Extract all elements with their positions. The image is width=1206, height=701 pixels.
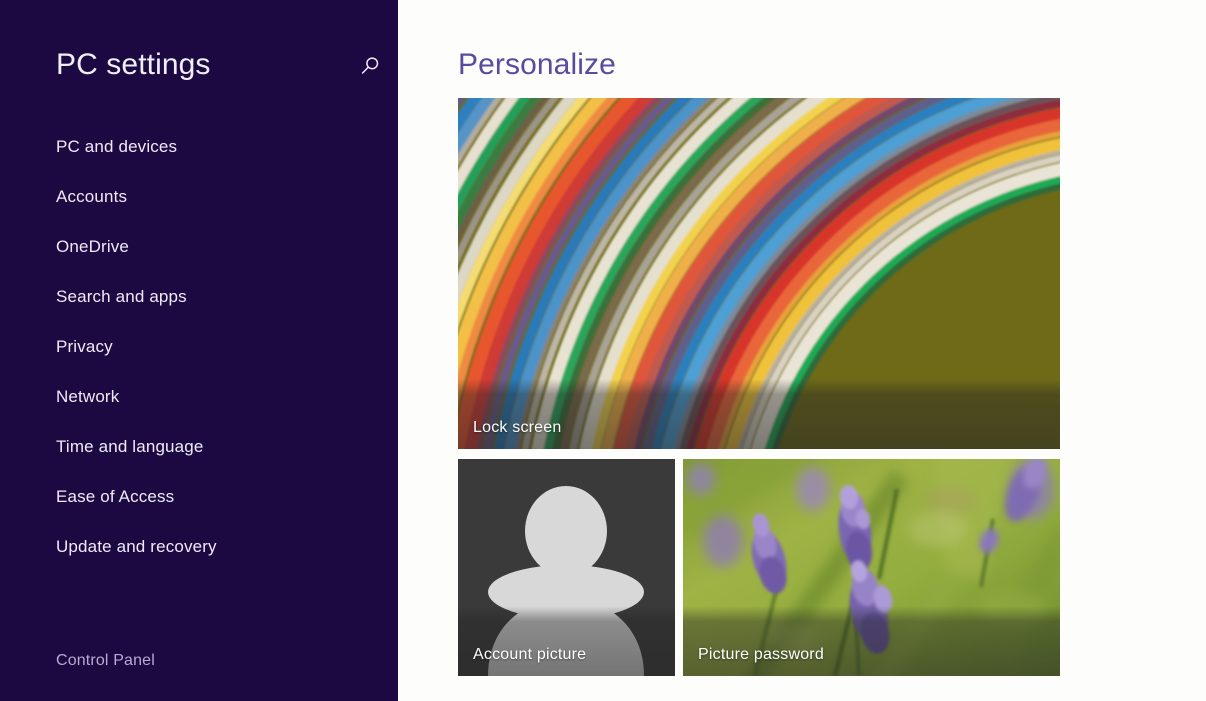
tile-label-lock-screen: Lock screen [473,419,562,436]
sidebar-item-privacy[interactable]: Privacy [0,322,398,372]
tile-picture-password[interactable]: Picture password [683,459,1060,676]
sidebar-item-ease-of-access[interactable]: Ease of Access [0,472,398,522]
sidebar-item-search-and-apps[interactable]: Search and apps [0,272,398,322]
sidebar-nav: PC and devices Accounts OneDrive Search … [0,122,398,572]
sidebar-item-onedrive[interactable]: OneDrive [0,222,398,272]
sidebar: PC settings PC and devices Accounts OneD… [0,0,398,701]
sidebar-item-control-panel[interactable]: Control Panel [0,636,155,686]
sidebar-item-network[interactable]: Network [0,372,398,422]
pc-settings-app: PC settings PC and devices Accounts OneD… [0,0,1206,701]
sidebar-item-accounts[interactable]: Accounts [0,172,398,222]
lavender-photo [683,459,1060,676]
search-icon [359,55,381,77]
tile-lock-screen[interactable]: Lock screen [458,98,1060,449]
page-title-personalize: Personalize [458,48,616,81]
default-avatar-icon [458,459,675,676]
main-content: Personalize Lock screen Account picture … [398,0,1206,701]
page-title-pc-settings: PC settings [56,48,211,81]
sidebar-item-time-and-language[interactable]: Time and language [0,422,398,472]
search-button[interactable] [352,48,388,84]
sidebar-header: PC settings [0,44,398,88]
sidebar-item-update-and-recovery[interactable]: Update and recovery [0,522,398,572]
sidebar-item-pc-and-devices[interactable]: PC and devices [0,122,398,172]
lock-screen-wallpaper [458,98,1060,449]
tile-label-picture-password: Picture password [698,646,824,663]
tile-label-account-picture: Account picture [473,646,587,663]
tile-account-picture[interactable]: Account picture [458,459,675,676]
